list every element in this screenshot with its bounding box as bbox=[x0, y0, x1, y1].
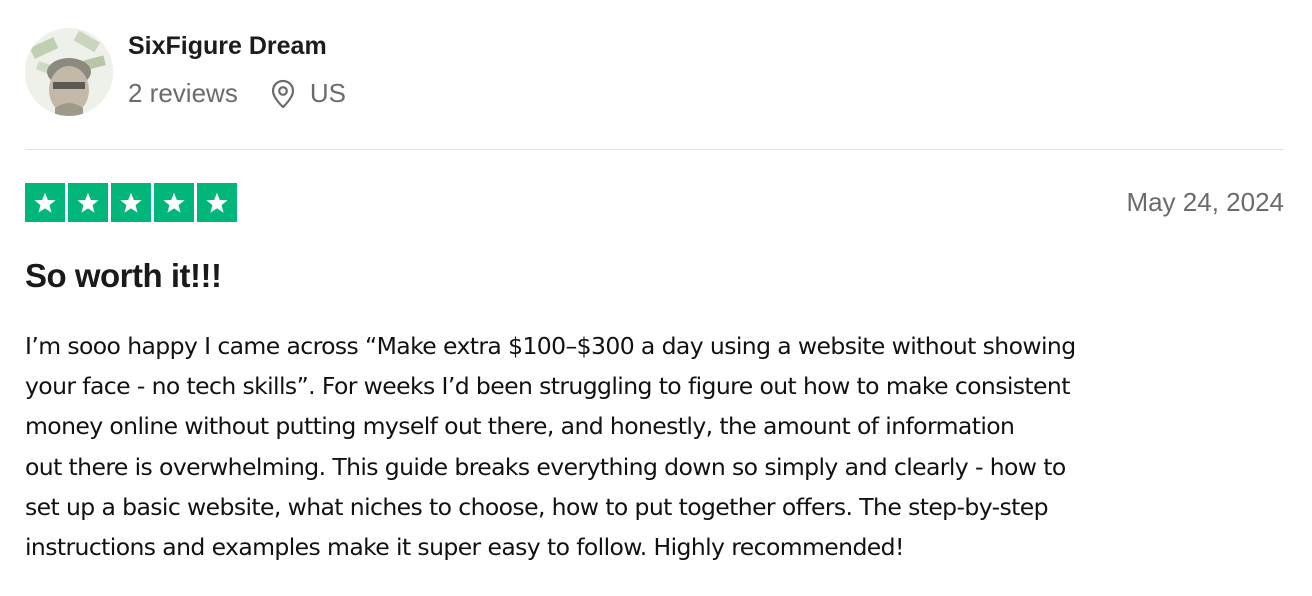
review-body-line: your face - no tech skills”. For weeks I… bbox=[25, 372, 1070, 401]
review-body: I’m sooo happy I came across “Make extra… bbox=[25, 326, 1275, 567]
star-icon bbox=[154, 183, 194, 222]
review-body-line: money online without putting myself out … bbox=[25, 412, 1015, 441]
review-body-line: I’m sooo happy I came across “Make extra… bbox=[25, 332, 1076, 360]
reviewer-meta: 2 reviews US bbox=[128, 78, 346, 109]
star-icon bbox=[68, 183, 108, 222]
review-body-line: set up a basic website, what niches to c… bbox=[25, 492, 1049, 521]
star-icon bbox=[197, 183, 237, 222]
star-icon bbox=[25, 183, 65, 222]
review-title[interactable]: So worth it!!! bbox=[25, 257, 222, 295]
star-rating bbox=[25, 183, 237, 222]
review-body-line: instructions and examples make it super … bbox=[25, 533, 904, 562]
review-date: May 24, 2024 bbox=[1126, 187, 1284, 217]
reviews-count: 2 reviews bbox=[128, 78, 238, 108]
avatar[interactable] bbox=[25, 28, 113, 116]
divider bbox=[25, 149, 1284, 150]
review-body-line: out there is overwhelming. This guide br… bbox=[25, 452, 1066, 481]
avatar-image bbox=[25, 28, 113, 116]
location-pin-icon bbox=[270, 79, 296, 109]
star-icon bbox=[111, 183, 151, 222]
reviewer-location: US bbox=[309, 78, 346, 108]
reviewer-name[interactable]: SixFigure Dream bbox=[128, 32, 327, 61]
